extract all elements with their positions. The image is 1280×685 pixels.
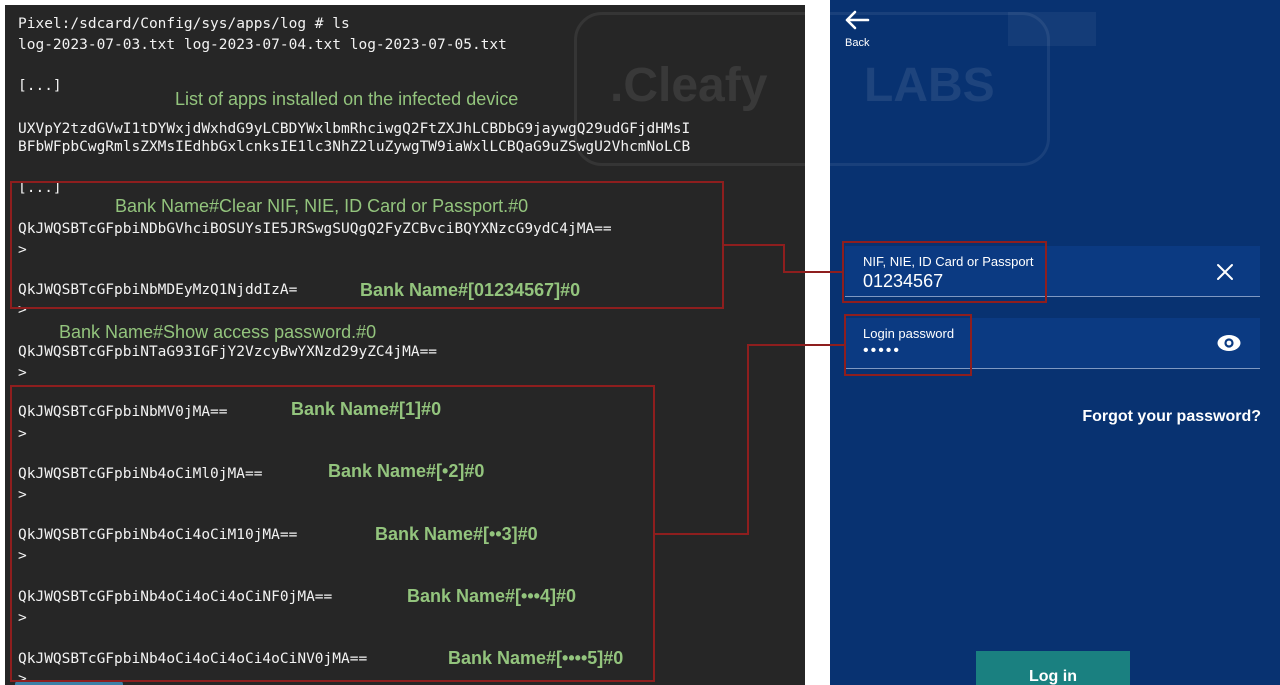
- apps-caption: List of apps installed on the infected d…: [175, 89, 519, 109]
- prompt-line: Pixel:/sdcard/Config/sys/apps/log # ls: [18, 16, 350, 32]
- highlight-box-id-field: [842, 241, 1047, 303]
- show-caption: Bank Name#Show access password.#0: [59, 322, 377, 342]
- login-button-label: Log in: [1029, 668, 1077, 685]
- watermark-block: [1008, 12, 1096, 46]
- ellipsis-line: [...]: [18, 78, 62, 94]
- eye-icon[interactable]: [1216, 333, 1242, 353]
- connector-line: [655, 533, 749, 535]
- connector-line: [747, 344, 749, 535]
- connector-line: [724, 244, 784, 246]
- connector-line: [783, 271, 844, 273]
- connector-line: [783, 244, 785, 272]
- highlight-box-password: [10, 385, 655, 682]
- login-button[interactable]: Log in: [976, 651, 1130, 685]
- highlight-box-id: [10, 181, 724, 309]
- log-entry-prompt: >: [18, 365, 27, 381]
- watermark-labs: LABS: [864, 59, 995, 112]
- log-entry-code: QkJWQSBTcGFpbiNTaG93IGFjY2VzcyBwYXNzd29y…: [18, 344, 438, 360]
- clear-x-icon[interactable]: [1216, 263, 1234, 281]
- watermark-brand: .Cleafy: [610, 59, 768, 112]
- connector-line: [747, 344, 845, 346]
- ls-output: log-2023-07-03.txt log-2023-07-04.txt lo…: [18, 37, 507, 53]
- highlight-box-password-field: [844, 314, 972, 376]
- forgot-password-link[interactable]: Forgot your password?: [1082, 408, 1261, 426]
